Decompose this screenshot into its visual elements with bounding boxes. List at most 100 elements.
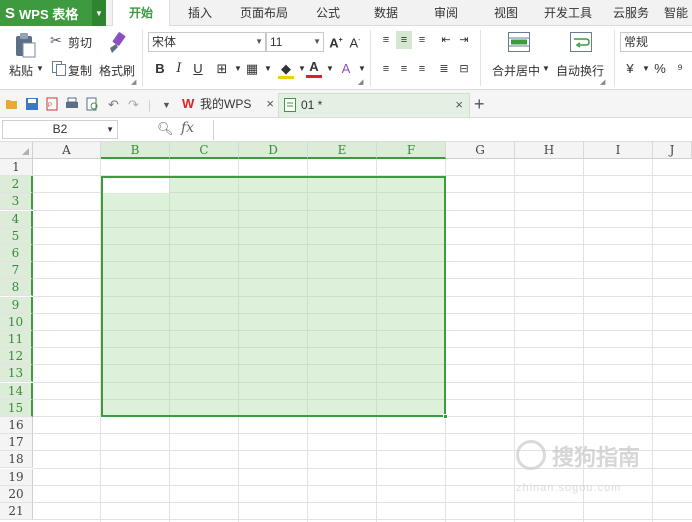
fill-handle[interactable] [443, 414, 448, 419]
tab-view[interactable]: 视图 [484, 0, 528, 26]
tab-page-layout[interactable]: 页面布局 [234, 0, 294, 26]
paste-button[interactable]: 粘贴 ▼ [4, 30, 44, 82]
tab-review[interactable]: 审阅 [424, 0, 468, 26]
decrease-indent-icon[interactable]: ⇤ [438, 31, 454, 49]
magnifier-icon[interactable]: 🔍︎ [157, 121, 174, 137]
chevron-down-icon[interactable]: ▼ [260, 60, 276, 78]
active-cell[interactable] [103, 178, 169, 193]
font-color-icon[interactable]: A [306, 58, 322, 78]
customize-toolbar-icon[interactable]: ▼ [162, 94, 171, 118]
row-header-19[interactable]: 19 [0, 468, 33, 486]
clipboard-launcher-icon[interactable]: ◢ [131, 78, 136, 86]
align-left-icon[interactable]: ≡ [378, 60, 394, 78]
distributed-align-icon[interactable]: ⊟ [456, 60, 472, 78]
name-box[interactable]: B2 ▼ [2, 120, 118, 139]
row-header-3[interactable]: 3 [0, 193, 33, 211]
export-pdf-icon[interactable]: P [45, 97, 59, 111]
align-middle-icon[interactable]: ≡ [396, 31, 412, 49]
chevron-down-icon[interactable]: ▼ [322, 60, 338, 78]
column-header-c[interactable]: C [170, 142, 239, 159]
border-icon[interactable]: ⊞ [214, 60, 230, 78]
comma-format-button[interactable]: ⁹ [672, 60, 688, 78]
row-header-13[interactable]: 13 [0, 365, 33, 383]
row-header-6[interactable]: 6 [0, 245, 33, 262]
tab-cloud-service[interactable]: 云服务 [608, 0, 654, 26]
app-menu-button[interactable]: S WPS 表格 ▼ [0, 0, 106, 26]
tab-developer[interactable]: 开发工具 [538, 0, 598, 26]
align-right-icon[interactable]: ≡ [414, 60, 430, 78]
tab-data[interactable]: 数据 [364, 0, 408, 26]
merge-center-button[interactable]: 合并居中 ▼ [488, 30, 552, 82]
save-icon[interactable] [25, 97, 39, 111]
column-header-i[interactable]: I [584, 142, 653, 159]
fill-color-icon[interactable]: ◆ [278, 60, 294, 79]
tab-smart[interactable]: 智能 [664, 0, 692, 26]
align-top-icon[interactable]: ≡ [378, 31, 394, 49]
align-bottom-icon[interactable]: ≡ [414, 31, 430, 49]
wrap-text-button[interactable]: 自动换行 [554, 30, 610, 82]
font-size-select[interactable]: 11 ▼ [266, 32, 324, 52]
font-name-select[interactable]: 宋体 ▼ [148, 32, 266, 52]
redo-icon[interactable]: ↷ [128, 94, 139, 118]
chevron-down-icon[interactable]: ▼ [92, 0, 106, 26]
row-header-7[interactable]: 7 [0, 262, 33, 280]
increase-indent-icon[interactable]: ⇥ [456, 31, 472, 49]
underline-icon[interactable]: U [190, 60, 206, 78]
row-header-17[interactable]: 17 [0, 434, 33, 452]
selection-range[interactable] [101, 176, 446, 417]
undo-icon[interactable]: ↶ [108, 94, 119, 118]
merge-launcher-icon[interactable]: ◢ [600, 78, 605, 86]
tab-home[interactable]: 开始 [112, 0, 170, 27]
formula-input[interactable] [213, 120, 691, 140]
tab-my-wps[interactable]: W 我的WPS × [178, 93, 282, 117]
row-header-14[interactable]: 14 [0, 382, 33, 400]
row-header-1[interactable]: 1 [0, 159, 33, 176]
row-header-5[interactable]: 5 [0, 227, 33, 245]
copy-button[interactable]: 复制 [48, 60, 96, 78]
cut-button[interactable]: ✂ 剪切 [48, 32, 96, 50]
row-header-11[interactable]: 11 [0, 331, 33, 348]
align-center-icon[interactable]: ≡ [396, 60, 412, 78]
bold-icon[interactable]: B [152, 60, 168, 78]
column-header-d[interactable]: D [239, 142, 308, 159]
column-header-f[interactable]: F [377, 142, 446, 159]
row-header-10[interactable]: 10 [0, 313, 33, 331]
row-header-16[interactable]: 16 [0, 417, 33, 434]
row-header-12[interactable]: 12 [0, 348, 33, 366]
align-launcher-icon[interactable]: ◢ [358, 78, 363, 86]
print-icon[interactable] [65, 97, 79, 111]
print-preview-icon[interactable] [85, 97, 99, 111]
tab-formulas[interactable]: 公式 [306, 0, 350, 26]
decrease-font-size-icon[interactable]: A- [347, 32, 363, 50]
row-header-18[interactable]: 18 [0, 451, 33, 469]
tab-file-01[interactable]: 01 * × [278, 93, 470, 117]
close-icon[interactable]: × [266, 93, 274, 115]
select-all-corner[interactable] [0, 142, 33, 159]
open-folder-icon[interactable] [5, 97, 19, 111]
chevron-down-icon[interactable]: ▼ [354, 60, 370, 78]
row-header-20[interactable]: 20 [0, 485, 33, 503]
column-header-a[interactable]: A [33, 142, 101, 159]
column-header-j[interactable]: J [653, 142, 692, 159]
tab-insert[interactable]: 插入 [178, 0, 222, 26]
row-header-8[interactable]: 8 [0, 279, 33, 297]
column-header-e[interactable]: E [308, 142, 377, 159]
close-icon[interactable]: × [455, 94, 463, 116]
column-header-h[interactable]: H [515, 142, 584, 159]
percent-format-button[interactable]: % [652, 60, 668, 78]
increase-font-size-icon[interactable]: A+ [328, 32, 344, 50]
justify-icon[interactable]: ≣ [436, 60, 452, 78]
column-header-b[interactable]: B [101, 142, 170, 159]
insert-function-button[interactable]: fx [181, 120, 194, 136]
italic-icon[interactable]: I [171, 60, 187, 78]
cell-style-icon[interactable]: ▦ [244, 60, 260, 78]
row-header-4[interactable]: 4 [0, 210, 33, 228]
new-tab-plus-icon[interactable]: + [474, 94, 485, 114]
number-format-select[interactable]: 常规 [620, 32, 692, 52]
clear-format-icon[interactable]: A [338, 60, 354, 78]
column-header-g[interactable]: G [446, 142, 515, 159]
format-painter-button[interactable]: 格式刷 [98, 30, 136, 82]
row-header-9[interactable]: 9 [0, 296, 33, 314]
row-header-15[interactable]: 15 [0, 399, 33, 417]
row-header-2[interactable]: 2 [0, 176, 33, 194]
